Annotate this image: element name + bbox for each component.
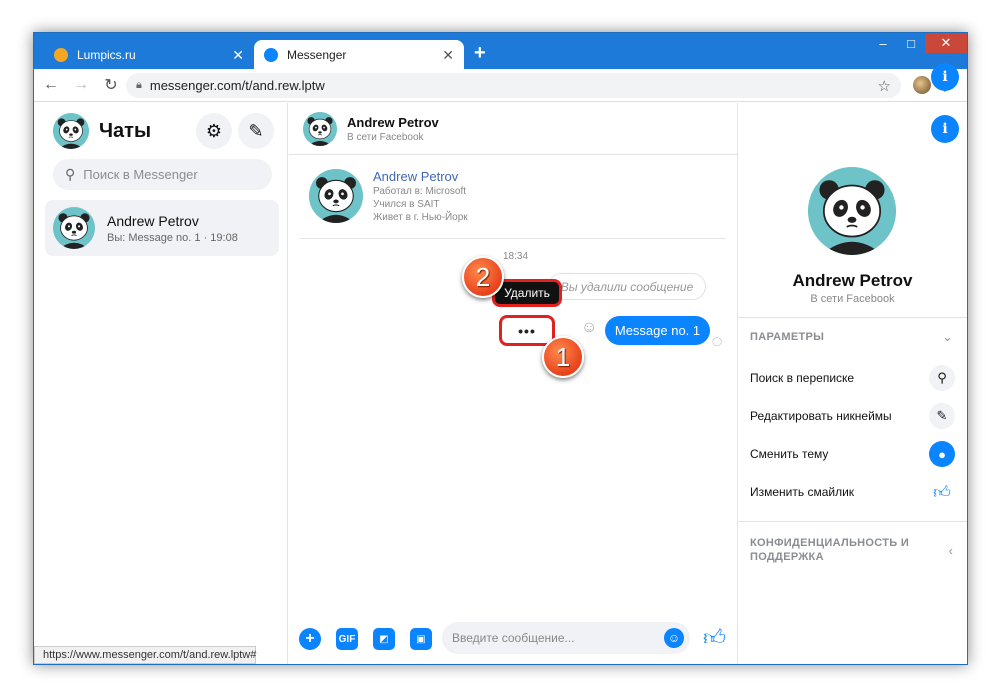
section-privacy-line2[interactable]: ПОДДЕРЖКА	[750, 551, 960, 563]
user-avatar[interactable]	[53, 113, 89, 149]
chat-header-status: В сети Facebook	[347, 131, 424, 143]
section-params[interactable]: ПАРАМЕТРЫ	[750, 331, 960, 343]
theme-dot-icon[interactable]: ●	[929, 441, 955, 467]
lock-icon: 🔒︎	[136, 79, 142, 91]
message-bubble[interactable]: Message no. 1	[605, 316, 710, 345]
settings-gear-icon[interactable]: ⚙	[196, 113, 232, 149]
annotation-badge-2: 2	[462, 256, 504, 298]
divider	[738, 317, 967, 318]
image-icon[interactable]: ▣	[410, 628, 432, 650]
divider	[738, 521, 967, 522]
close-window-button[interactable]: ✕	[925, 33, 967, 53]
profile-card-education: Учился в SAIT	[373, 199, 440, 210]
thumbs-up-icon[interactable]: 👍︎	[929, 479, 955, 505]
chat-pane: Andrew Petrov В сети Facebook Andrew Pet…	[289, 103, 737, 664]
message-more-button[interactable]: •••	[499, 315, 555, 346]
panda-avatar-icon	[808, 167, 896, 255]
search-icon: ⚲	[65, 166, 76, 182]
panda-avatar-icon	[303, 111, 337, 146]
contact-avatar	[53, 207, 95, 249]
info-panel-avatar[interactable]	[808, 167, 896, 255]
message-composer: + GIF ◩ ▣ Введите сообщение... ☺ 👍︎	[289, 614, 737, 664]
bookmark-star-icon[interactable]: ☆	[878, 77, 891, 95]
search-placeholder: Поиск в Messenger	[83, 167, 198, 182]
emoji-icon[interactable]: ☺	[664, 628, 684, 648]
info-icon[interactable]: i	[931, 63, 959, 91]
profile-card-avatar[interactable]	[309, 169, 363, 223]
conversation-item[interactable]: Andrew Petrov Вы: Message no. 1 · 19:08	[45, 200, 279, 256]
browser-toolbar: ← → ↻ 🔒︎ messenger.com/t/and.rew.lptw ☆ …	[34, 69, 967, 102]
browser-titlebar: Lumpics.ru ✕ Messenger ✕ + – □ ✕	[34, 33, 967, 69]
tab-title: Lumpics.ru	[77, 47, 136, 62]
messenger-favicon-icon	[264, 47, 278, 62]
panda-avatar-icon	[53, 113, 89, 149]
new-message-icon[interactable]: ✎	[238, 113, 274, 149]
conversation-name: Andrew Petrov	[107, 212, 199, 229]
row-change-emoji[interactable]: Изменить смайлик	[750, 485, 950, 499]
react-smiley-icon[interactable]: ☺	[581, 319, 597, 337]
add-plus-icon[interactable]: +	[299, 628, 321, 650]
forward-arrow-icon[interactable]: →	[68, 76, 94, 94]
like-thumb-icon[interactable]: 👍︎	[703, 624, 726, 651]
chats-sidebar: Чаты ⚙ ✎ ⚲ Поиск в Messenger Andrew Petr…	[34, 103, 288, 664]
chats-title: Чаты	[99, 119, 152, 142]
back-arrow-icon[interactable]: ←	[38, 76, 64, 94]
status-bar-url: https://www.messenger.com/t/and.rew.lptw…	[34, 646, 256, 664]
tab-close-icon[interactable]: ✕	[442, 48, 454, 62]
browser-window: Lumpics.ru ✕ Messenger ✕ + – □ ✕ ← → ↻ 🔒…	[33, 32, 968, 665]
search-icon[interactable]: ⚲	[929, 365, 955, 391]
row-change-theme[interactable]: Сменить тему	[750, 447, 950, 461]
minimize-button[interactable]: –	[869, 33, 897, 53]
conversation-info-panel: i Andrew Petrov В сети Facebook ПАРАМЕТР…	[737, 63, 967, 664]
reload-icon[interactable]: ↻	[98, 75, 124, 95]
sticker-icon[interactable]: ◩	[373, 628, 395, 650]
tab-title: Messenger	[287, 47, 347, 62]
conversation-info-button[interactable]: i	[931, 115, 959, 143]
info-panel-status: В сети Facebook	[810, 293, 895, 305]
messenger-app: Чаты ⚙ ✎ ⚲ Поиск в Messenger Andrew Petr…	[34, 63, 967, 664]
panda-avatar-icon	[53, 207, 95, 249]
message-input[interactable]: Введите сообщение... ☺	[442, 622, 690, 654]
profile-card-work: Работал в: Microsoft	[373, 186, 467, 197]
tab-messenger[interactable]: Messenger ✕	[254, 40, 464, 69]
gif-button[interactable]: GIF	[336, 628, 358, 650]
new-tab-button[interactable]: +	[474, 42, 486, 65]
section-privacy-line1[interactable]: КОНФИДЕНЦИАЛЬНОСТЬ И	[750, 537, 960, 549]
maximize-button[interactable]: □	[897, 33, 925, 53]
read-receipt-icon: ◯	[712, 336, 723, 346]
chat-header: Andrew Petrov В сети Facebook	[289, 103, 737, 155]
annotation-badge-1: 1	[542, 336, 584, 378]
conversation-preview: Вы: Message no. 1 · 19:08	[107, 231, 238, 244]
url-text: messenger.com/t/and.rew.lptw	[149, 78, 325, 93]
pencil-icon[interactable]: ✎	[929, 403, 955, 429]
panda-avatar-icon	[309, 169, 363, 223]
lumpics-favicon-icon	[54, 47, 68, 62]
row-search-conversation[interactable]: Поиск в переписке	[750, 371, 950, 385]
chevron-down-icon[interactable]: ⌄	[942, 329, 953, 345]
tab-lumpics[interactable]: Lumpics.ru ✕	[44, 40, 254, 69]
chevron-left-icon[interactable]: ‹	[949, 543, 953, 558]
info-panel-name: Andrew Petrov	[792, 271, 913, 290]
profile-card: Andrew Petrov Работал в: Microsoft Училс…	[299, 161, 726, 239]
row-edit-nicknames[interactable]: Редактировать никнеймы	[750, 409, 950, 423]
message-timestamp: 18:34	[503, 251, 529, 262]
deleted-message-bubble: Вы удалили сообщение	[548, 273, 706, 300]
profile-card-name[interactable]: Andrew Petrov	[373, 169, 468, 184]
search-input[interactable]: ⚲ Поиск в Messenger	[53, 159, 272, 190]
chat-header-name[interactable]: Andrew Petrov	[347, 115, 439, 130]
chat-header-avatar[interactable]	[303, 111, 337, 146]
tab-close-icon[interactable]: ✕	[232, 48, 244, 62]
address-bar[interactable]: 🔒︎ messenger.com/t/and.rew.lptw ☆	[126, 73, 901, 98]
sidebar-header: Чаты ⚙ ✎	[53, 111, 274, 151]
message-input-placeholder: Введите сообщение...	[452, 631, 575, 645]
profile-card-location: Живет в г. Нью-Йорк	[373, 212, 468, 223]
profile-avatar-icon[interactable]	[913, 76, 931, 94]
